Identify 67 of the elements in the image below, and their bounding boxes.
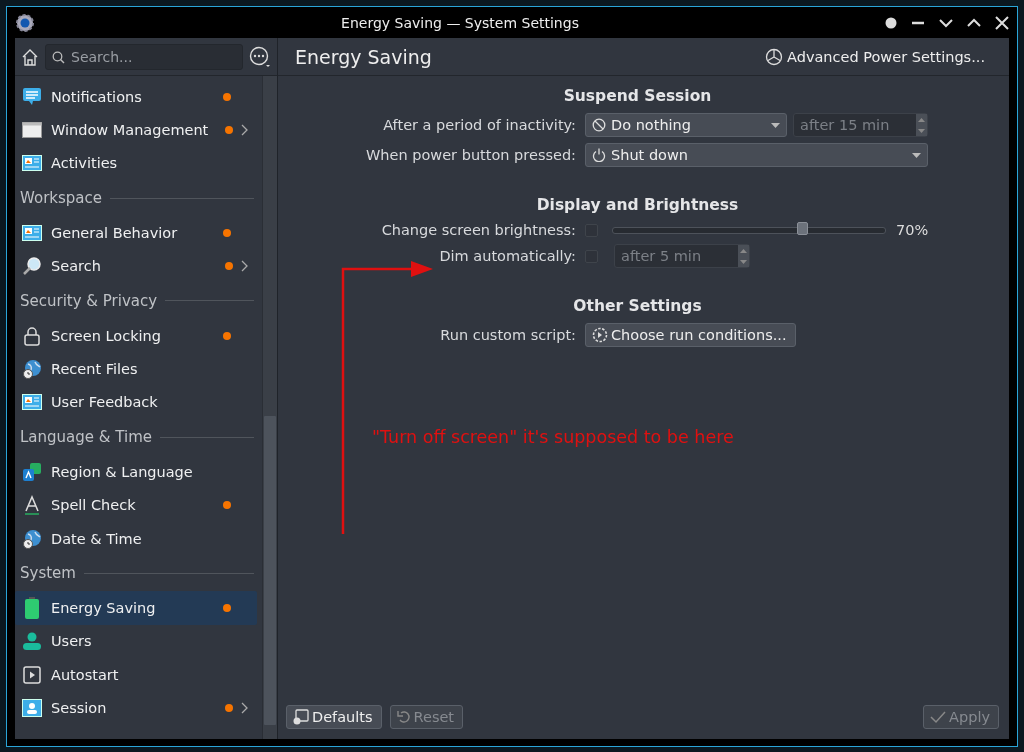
section-header: Workspace xyxy=(20,189,102,208)
checkmark-icon xyxy=(930,710,947,724)
play-box-icon xyxy=(23,665,41,684)
caret-icon xyxy=(771,122,780,128)
sidebar-item[interactable]: User Feedback xyxy=(15,385,257,420)
window-icon xyxy=(22,122,42,139)
sidebar-item[interactable]: Session xyxy=(15,691,257,725)
language-flags-icon xyxy=(22,461,42,482)
window-title: Energy Saving — System Settings xyxy=(340,14,580,31)
sidebar-item[interactable]: Autostart xyxy=(15,658,257,692)
sidebar-item[interactable]: Spell Check xyxy=(15,488,257,522)
sidebar-item[interactable]: Screen Locking xyxy=(15,318,257,353)
search-icon xyxy=(52,50,65,64)
field-label: After a period of inactivity: xyxy=(382,117,576,133)
prohibited-icon xyxy=(592,118,606,132)
home-icon[interactable] xyxy=(21,47,39,66)
globe-clock-icon xyxy=(22,528,42,549)
caret-icon xyxy=(912,152,921,158)
field-label: Dim automatically: xyxy=(438,248,576,264)
section-header: Security & Privacy xyxy=(20,291,158,310)
page-title: Energy Saving xyxy=(295,45,432,68)
letter-underline-icon xyxy=(23,495,41,516)
field-label: Run custom script: xyxy=(439,327,576,343)
sidebar-item[interactable]: Users xyxy=(15,624,257,659)
slider-thumb[interactable] xyxy=(797,221,809,235)
sidebar-item[interactable]: Notifications xyxy=(15,80,257,114)
slider-value: 70% xyxy=(896,222,929,238)
dropdown[interactable]: Do nothing xyxy=(585,113,787,137)
field-label: When power button pressed: xyxy=(365,147,576,163)
field-label: Change screen brightness: xyxy=(380,222,576,238)
sidebar-item[interactable]: Energy Saving xyxy=(15,591,257,625)
dashboard-icon xyxy=(22,394,42,411)
sidebar-item[interactable]: Search xyxy=(15,249,257,283)
sidebar-item[interactable]: Region & Language xyxy=(15,455,257,489)
advanced-settings-button[interactable]: Advanced Power Settings... xyxy=(763,45,987,68)
person-card-icon xyxy=(22,699,42,718)
footer-button[interactable]: Defaults xyxy=(286,705,382,729)
battery-icon xyxy=(25,597,39,619)
dashboard-icon xyxy=(22,224,42,241)
section-title: Display and Brightness xyxy=(535,195,740,216)
sidebar-item[interactable]: Window Management xyxy=(15,113,257,147)
section-header: Language & Time xyxy=(20,428,152,447)
scrollbar[interactable] xyxy=(262,76,277,739)
dot-icon[interactable] xyxy=(885,16,897,29)
search-field[interactable]: Search... xyxy=(45,43,243,70)
chat-bubble-icon xyxy=(22,86,42,107)
annotation-text: "Turn off screen" it's supposed to be here xyxy=(372,427,734,447)
choose-conditions-button[interactable]: Choose run conditions... xyxy=(585,323,796,347)
magnifier-icon xyxy=(22,256,42,277)
padlock-icon xyxy=(23,325,41,346)
menu-icon[interactable] xyxy=(249,45,271,68)
sidebar-item[interactable]: General Behavior xyxy=(15,216,257,250)
section-title: Other Settings xyxy=(572,296,703,317)
sidebar-item[interactable]: Recent Files xyxy=(15,352,257,386)
section-header: System xyxy=(20,564,76,583)
section-title: Suspend Session xyxy=(562,86,713,107)
document-icon xyxy=(293,709,309,725)
aperture-icon xyxy=(765,47,783,66)
globe-clock-icon xyxy=(22,359,42,380)
dashboard-icon xyxy=(22,155,42,172)
close-icon[interactable] xyxy=(995,15,1009,30)
sidebar-item[interactable]: Activities xyxy=(15,146,257,181)
dropdown[interactable]: Shut down xyxy=(585,143,928,167)
undo-icon xyxy=(396,710,411,724)
person-icon xyxy=(22,631,42,652)
sidebar-item[interactable]: Date & Time xyxy=(15,521,257,556)
power-icon xyxy=(592,148,606,162)
